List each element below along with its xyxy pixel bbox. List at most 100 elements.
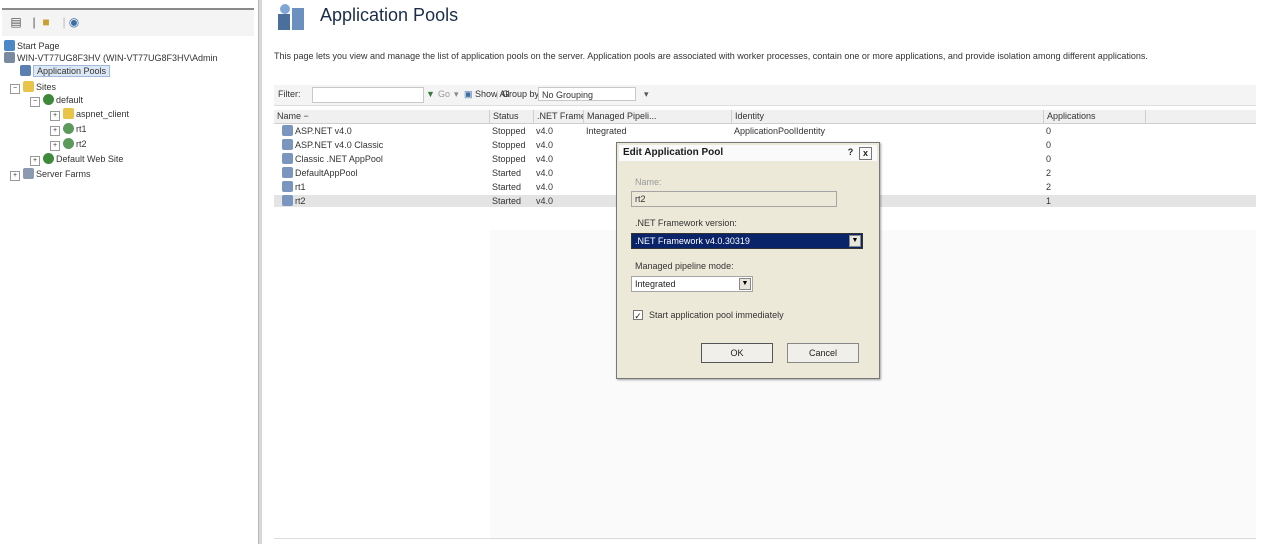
folder-icon[interactable]: ■: [38, 14, 54, 30]
tree-node-default[interactable]: − default: [30, 94, 83, 107]
cell-identity-text: ApplicationPoolIdentity: [734, 126, 826, 136]
tree-node-rt1[interactable]: + rt1: [50, 123, 87, 136]
pipeline-mode-select[interactable]: Integrated ▼: [631, 276, 753, 292]
cell-name-text: rt1: [295, 182, 306, 192]
expand-icon[interactable]: +: [50, 141, 60, 151]
cell-applications: 0: [1044, 139, 1146, 151]
collapse-icon[interactable]: −: [30, 97, 40, 107]
cell-net-framework-text: v4.0: [536, 154, 554, 164]
cell-applications: 2: [1044, 181, 1146, 193]
pipeline-value: Integrated: [635, 279, 676, 289]
cell-net-framework-text: v4.0: [536, 140, 554, 150]
cell-status: Started: [490, 181, 534, 193]
connect-icon[interactable]: ◉: [66, 14, 82, 30]
framework-version-select[interactable]: .NET Framework v4.0.30319 ▼: [631, 233, 863, 249]
tree-node-label: Sites: [36, 82, 57, 92]
cell-applications-text: 2: [1046, 182, 1052, 192]
page-description: This page lets you view and manage the l…: [274, 51, 1148, 61]
name-field: rt2: [631, 191, 837, 207]
chevron-down-icon[interactable]: ▼: [849, 235, 861, 247]
tree-node-label: Application Pools: [33, 65, 111, 77]
group-by-dropdown-icon[interactable]: ▾: [644, 89, 649, 100]
ok-button[interactable]: OK: [701, 343, 773, 363]
cell-applications: 0: [1044, 125, 1146, 137]
cell-net-framework: v4.0: [534, 195, 584, 207]
go-icon[interactable]: ▼: [426, 89, 435, 99]
cell-name: ASP.NET v4.0: [274, 125, 490, 137]
table-row[interactable]: ASP.NET v4.0 Stopped v4.0 Integrated Applica…: [274, 125, 1256, 137]
cell-status: Stopped: [490, 153, 534, 165]
expand-icon[interactable]: +: [10, 171, 20, 181]
expand-icon[interactable]: +: [50, 111, 60, 121]
cell-name-text: ASP.NET v4.0 Classic: [295, 140, 384, 150]
column-header-managed-pipeline[interactable]: Managed Pipeli...: [584, 110, 732, 123]
expand-icon[interactable]: +: [30, 156, 40, 166]
column-header-net-framework[interactable]: .NET Frame...: [534, 110, 584, 123]
cell-applications-text: 0: [1046, 126, 1052, 136]
cell-name: DefaultAppPool: [274, 167, 490, 179]
grid-bottom-border: [274, 538, 1256, 539]
panel-splitter[interactable]: [258, 0, 262, 544]
tree-node-label: rt2: [76, 139, 87, 149]
filter-input[interactable]: [312, 87, 424, 103]
column-header-identity[interactable]: Identity: [732, 110, 1044, 123]
cell-applications-text: 0: [1046, 154, 1052, 164]
dialog-titlebar[interactable]: Edit Application Pool ? x: [619, 145, 877, 161]
group-by-select[interactable]: No Grouping: [538, 87, 636, 101]
app-pool-icon: [282, 195, 293, 206]
cancel-button[interactable]: Cancel: [787, 343, 859, 363]
cell-status: Started: [490, 167, 534, 179]
globe-icon: [43, 153, 54, 164]
page-title: Application Pools: [320, 5, 459, 25]
name-value: rt2: [635, 194, 646, 204]
framework-value: .NET Framework v4.0.30319: [635, 236, 750, 246]
save-icon[interactable]: ▤: [8, 14, 24, 30]
tree-node-label: aspnet_client: [76, 109, 130, 119]
cell-name: Classic .NET AppPool: [274, 153, 490, 165]
expand-icon[interactable]: +: [50, 126, 60, 136]
column-header-applications[interactable]: Applications: [1044, 110, 1146, 123]
cell-net-framework: v4.0: [534, 139, 584, 151]
tree-node-server-farms[interactable]: + Server Farms: [10, 168, 91, 181]
cell-applications: 0: [1044, 153, 1146, 165]
tree-node-sites[interactable]: − Sites: [10, 81, 57, 94]
column-header-status[interactable]: Status: [490, 110, 534, 123]
collapse-icon[interactable]: −: [10, 84, 20, 94]
go-dropdown-icon[interactable]: ▾: [454, 89, 459, 100]
tree-node-server[interactable]: WIN-VT77UG8F3HV (WIN-VT77UG8F3HV\Admin: [4, 52, 256, 64]
cell-status-text: Stopped: [492, 154, 526, 164]
application-pools-icon: [276, 2, 306, 32]
app-pool-icon: [282, 181, 293, 192]
start-immediately-label: Start application pool immediately: [649, 310, 784, 320]
group-by-value: No Grouping: [542, 90, 594, 100]
tree-node-application-pools[interactable]: Application Pools: [20, 65, 111, 77]
tree-node-default-web-site[interactable]: + Default Web Site: [30, 153, 123, 166]
start-immediately-checkbox[interactable]: ✓: [633, 310, 643, 321]
cell-applications-text: 2: [1046, 168, 1052, 178]
column-header-name[interactable]: Name −: [274, 110, 490, 123]
cell-status-text: Stopped: [492, 140, 526, 150]
chevron-down-icon[interactable]: ▼: [739, 278, 751, 290]
cell-name: rt1: [274, 181, 490, 193]
cell-applications-text: 0: [1046, 140, 1052, 150]
sites-icon: [23, 81, 34, 92]
app-pool-icon: [282, 125, 293, 136]
tree-node-start-page[interactable]: Start Page: [4, 40, 60, 52]
start-page-icon: [4, 40, 15, 51]
go-button[interactable]: Go: [438, 89, 450, 99]
cell-status-text: Started: [492, 196, 522, 206]
cell-net-framework-text: v4.0: [536, 182, 554, 192]
show-all-icon: ▣: [464, 89, 473, 99]
pipeline-label: Managed pipeline mode:: [635, 261, 734, 271]
edit-application-pool-dialog: Edit Application Pool ? x Name: rt2 .NET…: [616, 142, 880, 379]
server-farms-icon: [23, 168, 34, 179]
framework-label: .NET Framework version:: [635, 218, 737, 228]
close-button[interactable]: x: [859, 147, 872, 160]
cell-status: Stopped: [490, 125, 534, 137]
cell-applications: 1: [1044, 195, 1146, 207]
tree-node-aspnet-client[interactable]: + aspnet_client: [50, 108, 130, 121]
help-button[interactable]: ?: [845, 147, 856, 158]
cell-name: rt2: [274, 195, 490, 207]
cell-net-framework: v4.0: [534, 153, 584, 165]
tree-node-rt2[interactable]: + rt2: [50, 138, 87, 151]
